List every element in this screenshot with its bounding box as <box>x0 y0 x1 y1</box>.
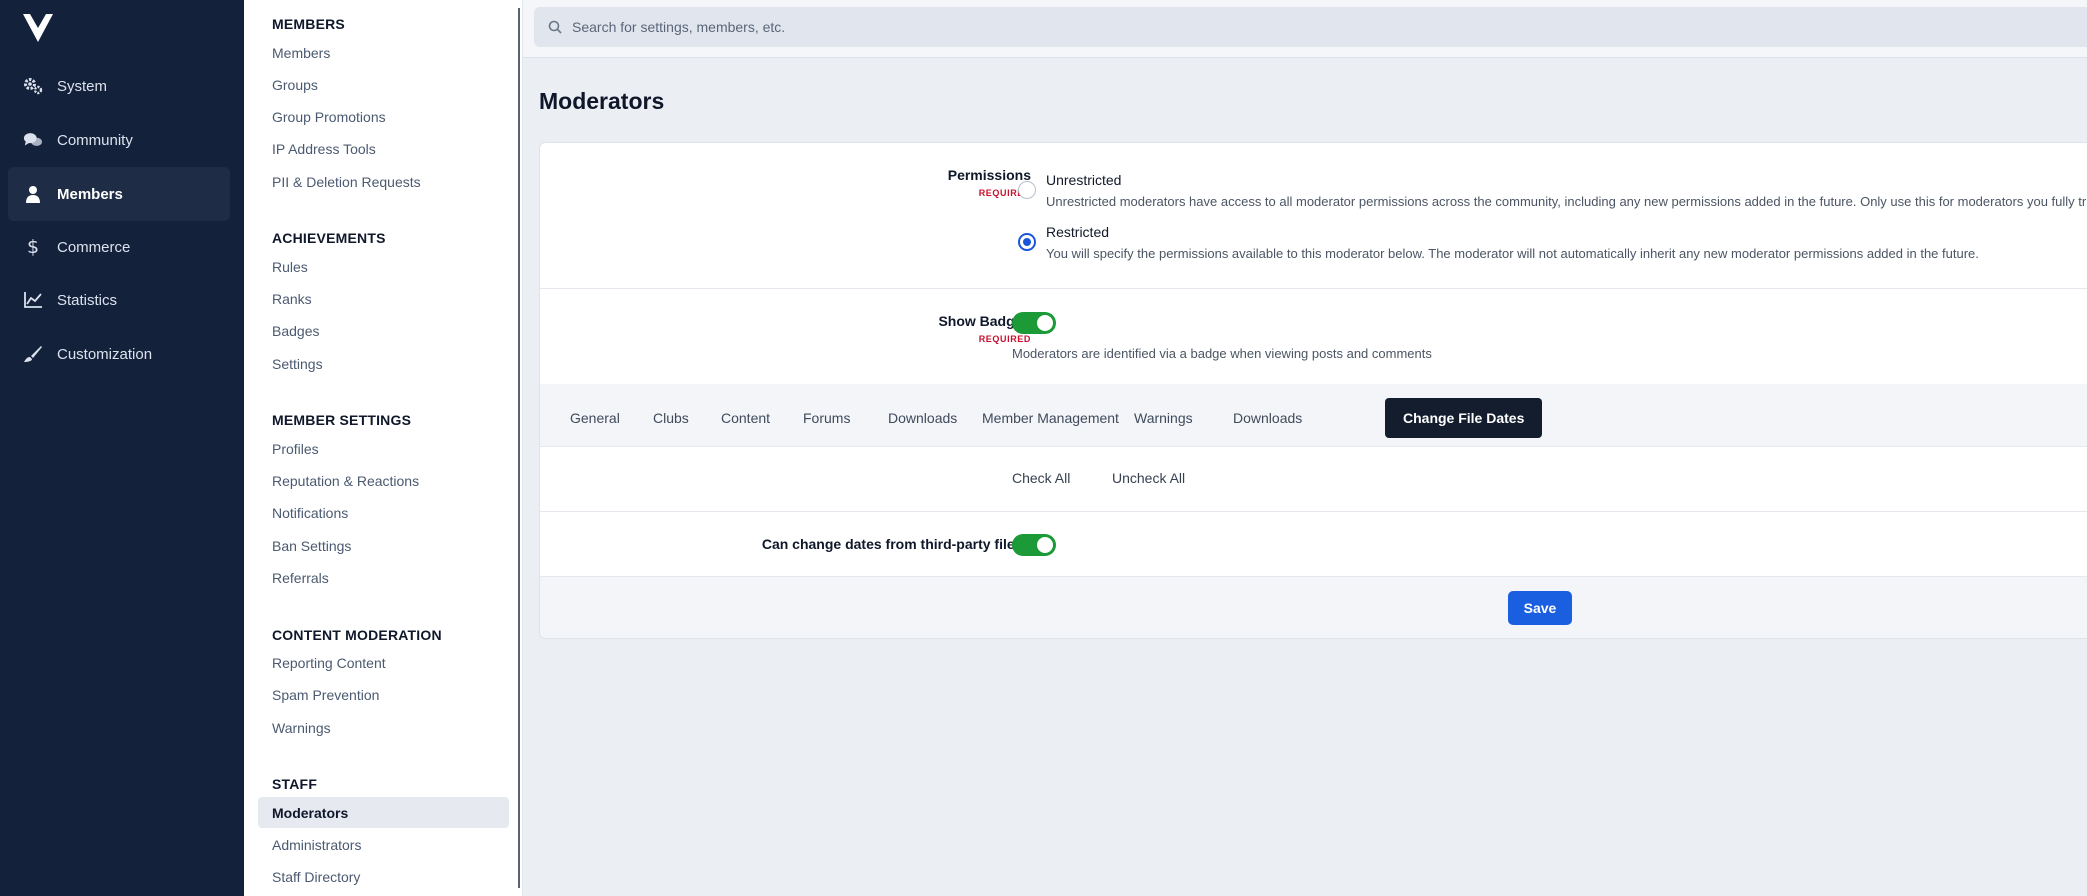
subnav-item-profiles[interactable]: Profiles <box>272 441 319 457</box>
dollar-icon: $ <box>26 236 40 258</box>
subnav-item-warnings[interactable]: Warnings <box>272 720 331 736</box>
subnav-item-badges[interactable]: Badges <box>272 323 319 339</box>
tab-forums[interactable]: Forums <box>789 398 864 438</box>
section-heading-staff: STAFF <box>272 776 318 792</box>
uncheck-all-button[interactable]: Uncheck All <box>1112 470 1185 486</box>
option-restricted-title[interactable]: Restricted <box>1046 224 1109 240</box>
subnav-item-group-promotions[interactable]: Group Promotions <box>272 109 386 125</box>
form-footer: Save <box>540 577 2087 638</box>
subnav-item-members[interactable]: Members <box>272 45 330 61</box>
subnav-item-ip-address-tools[interactable]: IP Address Tools <box>272 141 376 157</box>
sub-nav: MEMBERS Members Groups Group Promotions … <box>244 0 523 896</box>
nav-label-statistics: Statistics <box>57 291 118 309</box>
nav-label-customization: Customization <box>57 345 153 363</box>
save-button[interactable]: Save <box>1508 591 1572 625</box>
tab-content[interactable]: Content <box>707 398 784 438</box>
show-badge-toggle[interactable] <box>1012 312 1056 334</box>
tab-downloads[interactable]: Downloads <box>874 398 971 438</box>
subnav-item-moderators[interactable]: Moderators <box>272 805 348 821</box>
nav-item-system[interactable]: System <box>8 59 230 113</box>
radio-restricted[interactable] <box>1018 233 1036 251</box>
nav-label-community: Community <box>57 131 133 149</box>
person-icon <box>23 184 43 204</box>
chat-bubbles-icon <box>23 130 43 150</box>
option-restricted-desc: You will specify the permissions availab… <box>1046 246 1979 261</box>
gears-icon <box>23 76 43 96</box>
subnav-item-reporting-content[interactable]: Reporting Content <box>272 655 386 671</box>
permissions-label: Permissions <box>947 167 1031 183</box>
tab-downloads-2[interactable]: Downloads <box>1219 398 1316 438</box>
option-unrestricted-title[interactable]: Unrestricted <box>1046 172 1121 188</box>
divider <box>540 511 2087 512</box>
toggle-knob <box>1037 315 1053 331</box>
subnav-item-referrals[interactable]: Referrals <box>272 570 329 586</box>
change-dates-label: Can change dates from third-party files? <box>761 536 1031 552</box>
search-icon <box>548 20 562 34</box>
nav-item-statistics[interactable]: Statistics <box>8 273 230 327</box>
page-title: Moderators <box>539 88 665 114</box>
section-heading-members: MEMBERS <box>272 16 345 32</box>
line-chart-icon <box>23 290 43 310</box>
nav-label-system: System <box>57 77 108 95</box>
brush-icon <box>23 344 43 364</box>
section-heading-achievements: ACHIEVEMENTS <box>272 230 386 246</box>
nav-label-commerce: Commerce <box>57 238 131 256</box>
permission-tabs: General Clubs Content Forums Downloads M… <box>540 384 2087 446</box>
change-dates-toggle[interactable] <box>1012 534 1056 556</box>
radio-unrestricted[interactable] <box>1018 181 1036 199</box>
check-all-button[interactable]: Check All <box>1012 470 1070 486</box>
subnav-item-staff-directory[interactable]: Staff Directory <box>272 869 360 885</box>
show-badge-help: Moderators are identified via a badge wh… <box>1012 346 1432 361</box>
subnav-item-administrators[interactable]: Administrators <box>272 837 361 853</box>
subnav-item-ban-settings[interactable]: Ban Settings <box>272 538 351 554</box>
tab-member-management[interactable]: Member Management <box>968 398 1133 438</box>
nav-item-commerce[interactable]: $ Commerce <box>8 220 230 274</box>
subnav-item-rules[interactable]: Rules <box>272 259 308 275</box>
search-box[interactable] <box>534 7 2087 47</box>
subnav-scrollbar[interactable] <box>518 8 520 888</box>
nav-label-members: Members <box>57 185 123 203</box>
subnav-item-groups[interactable]: Groups <box>272 77 318 93</box>
tab-warnings[interactable]: Warnings <box>1120 398 1207 438</box>
logo-icon[interactable] <box>22 12 54 44</box>
divider <box>540 288 2087 289</box>
option-unrestricted-desc: Unrestricted moderators have access to a… <box>1046 194 2087 209</box>
subnav-item-notifications[interactable]: Notifications <box>272 505 348 521</box>
subnav-item-settings[interactable]: Settings <box>272 356 323 372</box>
subnav-item-reputation[interactable]: Reputation & Reactions <box>272 473 419 489</box>
tab-change-file-dates[interactable]: Change File Dates <box>1385 398 1543 438</box>
main-nav: System Community Members $ Commerce Stat… <box>0 0 244 896</box>
nav-item-community[interactable]: Community <box>8 113 230 167</box>
tab-general[interactable]: General <box>556 398 634 438</box>
tab-clubs[interactable]: Clubs <box>639 398 703 438</box>
top-bar <box>523 0 2087 58</box>
subnav-item-spam-prevention[interactable]: Spam Prevention <box>272 687 379 703</box>
divider <box>540 446 2087 447</box>
nav-item-customization[interactable]: Customization <box>8 327 230 381</box>
subnav-item-pii-deletion[interactable]: PII & Deletion Requests <box>272 174 421 190</box>
section-heading-content-moderation: CONTENT MODERATION <box>272 627 442 643</box>
nav-item-members[interactable]: Members <box>8 167 230 221</box>
toggle-knob <box>1037 537 1053 553</box>
search-input[interactable] <box>572 19 1172 35</box>
subnav-item-ranks[interactable]: Ranks <box>272 291 312 307</box>
section-heading-member-settings: MEMBER SETTINGS <box>272 412 412 428</box>
show-badge-required-badge: REQUIRED <box>978 334 1031 344</box>
moderator-form-card: Permissions REQUIRED Unrestricted Unrest… <box>539 142 2087 639</box>
